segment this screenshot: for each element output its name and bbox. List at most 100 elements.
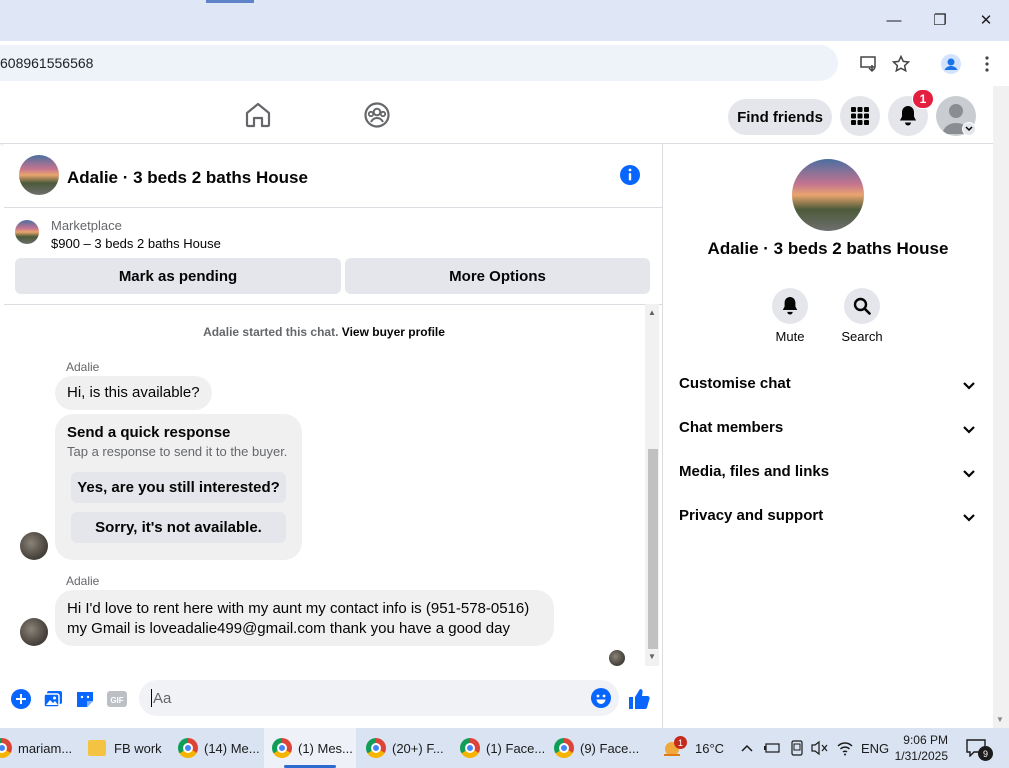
conversation-info-panel: Adalie · 3 beds 2 baths House Mute Searc…: [663, 144, 993, 728]
weather-badge: 1: [674, 736, 687, 749]
section-chat-members[interactable]: Chat members: [679, 407, 979, 451]
message-list: Adalie started this chat. View buyer pro…: [4, 306, 644, 666]
message-text-line: my Gmail is loveadalie499@gmail.com than…: [67, 620, 510, 637]
listing-price-title[interactable]: $900 – 3 beds 2 baths House: [51, 236, 221, 251]
chat-start-notice: Adalie started this chat. View buyer pro…: [4, 325, 644, 339]
taskbar-item[interactable]: (14) Me...: [172, 728, 262, 768]
search-label[interactable]: Search: [832, 329, 892, 344]
volume-muted-icon[interactable]: [810, 728, 828, 768]
input-language[interactable]: ENG: [861, 728, 889, 768]
chat-title[interactable]: Adalie · 3 beds 2 baths House: [67, 168, 308, 188]
section-media-files-links[interactable]: Media, files and links: [679, 451, 979, 495]
quick-response-subtitle: Tap a response to send it to the buyer.: [67, 444, 288, 459]
message-bubble[interactable]: Hi I'd love to rent here with my aunt my…: [55, 590, 554, 646]
quick-response-title: Send a quick response: [67, 424, 231, 441]
chevron-down-icon: [963, 514, 975, 522]
scroll-thumb[interactable]: [648, 449, 658, 649]
message-input[interactable]: Aa: [139, 680, 619, 716]
chrome-icon: [272, 738, 292, 758]
temperature: 16°C: [695, 740, 725, 756]
chrome-icon: [0, 738, 12, 758]
weather-widget[interactable]: 16°C: [662, 728, 724, 768]
section-privacy-support[interactable]: Privacy and support: [679, 495, 979, 539]
home-icon[interactable]: [243, 100, 273, 130]
chat-start-text: Adalie started this chat.: [203, 325, 339, 339]
account-chevron-down-icon[interactable]: [962, 122, 976, 136]
taskbar-item-label: mariam...: [18, 740, 73, 756]
view-buyer-profile-link[interactable]: View buyer profile: [342, 325, 445, 339]
battery-icon[interactable]: [763, 728, 781, 768]
conversation-avatar[interactable]: [792, 159, 864, 231]
windows-taskbar: mariam... FB work (14) Me... (1) Mes... …: [0, 728, 1009, 768]
device-icon[interactable]: [789, 728, 805, 768]
read-receipt-avatar: [609, 650, 625, 666]
chrome-icon: [178, 738, 198, 758]
section-customise-chat[interactable]: Customise chat: [679, 363, 979, 407]
install-app-icon[interactable]: [858, 53, 880, 75]
message-input-placeholder: Aa: [153, 690, 172, 707]
page-scroll-down-icon[interactable]: ▼: [996, 715, 1004, 724]
page-scrollbar[interactable]: ▼: [993, 86, 1009, 728]
emoji-icon[interactable]: [591, 688, 611, 708]
show-hidden-icons-chevron-up-icon[interactable]: [740, 728, 754, 768]
message-bubble[interactable]: Hi, is this available?: [55, 376, 212, 410]
taskbar-item-label: (1) Face...: [486, 740, 546, 756]
marketplace-listing-strip: Marketplace $900 – 3 beds 2 baths House …: [4, 208, 663, 305]
minimize-button[interactable]: —: [871, 7, 917, 33]
scroll-up-arrow-icon[interactable]: ▲: [647, 308, 657, 318]
close-window-button[interactable]: ✕: [963, 7, 1009, 33]
quick-reply-yes-button[interactable]: Yes, are you still interested?: [71, 472, 286, 503]
url-field[interactable]: [0, 45, 838, 81]
menu-grid-icon[interactable]: [840, 96, 880, 136]
clock-date: 1/31/2025: [894, 749, 948, 763]
quick-response-card: Send a quick response Tap a response to …: [55, 414, 302, 560]
plus-icon[interactable]: [10, 688, 32, 710]
gif-icon[interactable]: GIF: [106, 688, 128, 710]
url-text[interactable]: 608961556568: [0, 55, 93, 71]
more-options-button[interactable]: More Options: [345, 258, 650, 294]
section-label: Chat members: [679, 419, 784, 436]
bookmark-star-icon[interactable]: [890, 53, 912, 75]
search-icon[interactable]: [844, 288, 880, 324]
taskbar-item[interactable]: (20+) F...: [360, 728, 452, 768]
taskbar-item[interactable]: mariam...: [0, 728, 80, 768]
active-tab-indicator: [206, 0, 254, 3]
mute-label[interactable]: Mute: [760, 329, 820, 344]
svg-text:GIF: GIF: [110, 696, 123, 705]
notification-count-badge: 9: [978, 746, 993, 761]
clock[interactable]: 9:06 PM 1/31/2025: [894, 728, 948, 768]
message-text-line: Hi I'd love to rent here with my aunt my…: [67, 600, 530, 617]
chat-avatar[interactable]: [19, 155, 59, 195]
restore-button[interactable]: ❐: [917, 7, 963, 33]
folder-icon: [88, 740, 106, 756]
taskbar-item-label: FB work: [114, 740, 162, 756]
quick-reply-no-button[interactable]: Sorry, it's not available.: [71, 512, 286, 543]
find-friends-button[interactable]: Find friends: [728, 99, 832, 135]
groups-icon[interactable]: [362, 100, 392, 130]
section-label: Privacy and support: [679, 507, 824, 524]
mute-bell-icon[interactable]: [772, 288, 808, 324]
wifi-icon[interactable]: [836, 728, 854, 768]
text-caret: [151, 689, 152, 707]
taskbar-item-label: (20+) F...: [392, 740, 444, 756]
photo-icon[interactable]: [42, 688, 64, 710]
chrome-icon: [554, 738, 574, 758]
taskbar-item-label: (1) Mes...: [298, 740, 353, 756]
taskbar-item[interactable]: (9) Face...: [548, 728, 640, 768]
message-scrollbar[interactable]: ▲ ▼: [645, 304, 659, 666]
sticker-icon[interactable]: [74, 688, 96, 710]
browser-menu-icon[interactable]: [976, 53, 998, 75]
scroll-down-arrow-icon[interactable]: ▼: [647, 652, 657, 662]
profile-icon[interactable]: [940, 53, 962, 75]
chevron-down-icon: [963, 382, 975, 390]
sender-avatar[interactable]: [20, 532, 48, 560]
mark-as-pending-button[interactable]: Mark as pending: [15, 258, 341, 294]
section-label: Media, files and links: [679, 463, 830, 480]
taskbar-item-active[interactable]: (1) Mes...: [264, 728, 356, 768]
sender-avatar[interactable]: [20, 618, 48, 646]
taskbar-item[interactable]: FB work: [80, 728, 170, 768]
like-thumbs-up-icon[interactable]: [628, 688, 650, 710]
info-icon[interactable]: [619, 164, 641, 186]
listing-thumbnail[interactable]: [15, 220, 39, 244]
taskbar-item[interactable]: (1) Face...: [454, 728, 546, 768]
